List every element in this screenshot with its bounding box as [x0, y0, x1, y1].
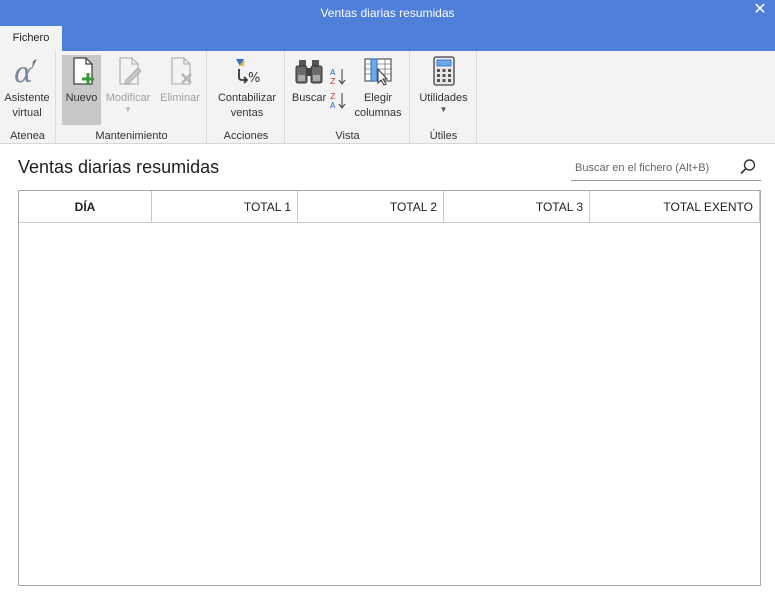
delete-document-icon [171, 57, 192, 85]
utilidades-button[interactable]: Utilidades ▼ [415, 55, 472, 114]
elegir-columnas-button[interactable]: Elegir columnas [350, 55, 406, 121]
eliminar-button[interactable]: Eliminar [157, 55, 203, 106]
group-label-atenea: Atenea [10, 130, 45, 142]
modificar-dropdown-icon: ▼ [124, 105, 132, 114]
group-label-utiles: Útiles [429, 130, 458, 142]
title-bar: Ventas diarias resumidas ✕ [0, 0, 775, 26]
svg-text:Z: Z [330, 92, 336, 101]
ribbon-group-utiles: Utilidades ▼ Útiles [411, 51, 477, 144]
tab-fichero[interactable]: Fichero [0, 26, 62, 51]
search-box [571, 155, 761, 181]
alpha-icon: α [14, 56, 37, 87]
buscar-button[interactable]: Buscar [289, 55, 329, 106]
new-document-icon [72, 57, 94, 85]
column-header-dia[interactable]: DÍA [19, 191, 152, 223]
sort-ascending-button[interactable]: A Z [330, 67, 348, 87]
ribbon-group-mantenimiento: Nuevo Modificar ▼ Eliminar Mantenimiento [57, 51, 207, 144]
grid-header: DÍA TOTAL 1 TOTAL 2 TOTAL 3 TOTAL EXENTO [19, 191, 760, 223]
contabilizar-ventas-button[interactable]: % Contabilizar ventas [212, 55, 282, 121]
column-header-total-2[interactable]: TOTAL 2 [298, 191, 444, 223]
modificar-button[interactable]: Modificar ▼ [103, 55, 153, 114]
column-header-total-3[interactable]: TOTAL 3 [444, 191, 590, 223]
edit-document-icon [119, 57, 142, 85]
sort-descending-icon: Z A [330, 92, 346, 110]
sort-ascending-icon: A Z [330, 68, 346, 86]
asistente-virtual-button[interactable]: α Asistente virtual [1, 55, 53, 121]
modificar-label: Modificar [105, 92, 151, 104]
sort-descending-button[interactable]: Z A [330, 91, 348, 111]
buscar-label: Buscar [291, 92, 327, 104]
contabilizar-ventas-label: Contabilizar ventas [217, 92, 277, 119]
accounting-icon: % [236, 59, 260, 86]
svg-text:α: α [14, 56, 33, 87]
asistente-virtual-label: Asistente virtual [4, 92, 50, 119]
column-header-total-1[interactable]: TOTAL 1 [152, 191, 298, 223]
elegir-columnas-label: Elegir columnas [354, 92, 402, 119]
svg-text:Z: Z [330, 77, 336, 86]
search-input[interactable] [575, 159, 730, 177]
close-icon[interactable]: ✕ [751, 1, 769, 19]
choose-columns-icon [364, 58, 392, 86]
svg-text:A: A [330, 68, 336, 77]
ribbon-group-atenea: α Asistente virtual Atenea [0, 51, 56, 144]
svg-text:%: % [248, 71, 260, 86]
window-title: Ventas diarias resumidas [320, 6, 455, 20]
calculator-icon [432, 56, 455, 86]
page-title: Ventas diarias resumidas [18, 157, 220, 177]
eliminar-label: Eliminar [160, 92, 200, 104]
svg-text:A: A [330, 101, 336, 110]
binoculars-icon [295, 60, 323, 84]
ribbon: α Asistente virtual Atenea Nuevo Modific… [0, 51, 775, 144]
column-header-total-exento[interactable]: TOTAL EXENTO [590, 191, 760, 223]
nuevo-label: Nuevo [65, 92, 98, 104]
nuevo-button[interactable]: Nuevo [62, 55, 101, 125]
ribbon-group-acciones: % Contabilizar ventas Acciones [208, 51, 285, 144]
ribbon-group-vista: Buscar A Z Z A Elegir columnas Vista [286, 51, 410, 144]
group-label-vista: Vista [335, 130, 360, 142]
group-label-mantenimiento: Mantenimiento [95, 130, 168, 142]
data-grid: DÍA TOTAL 1 TOTAL 2 TOTAL 3 TOTAL EXENTO [18, 190, 761, 586]
utilidades-label: Utilidades [419, 92, 468, 104]
ribbon-tabs: Fichero [0, 26, 775, 51]
utilidades-dropdown-icon: ▼ [439, 105, 448, 114]
group-label-acciones: Acciones [223, 130, 269, 142]
search-icon[interactable] [739, 158, 757, 176]
